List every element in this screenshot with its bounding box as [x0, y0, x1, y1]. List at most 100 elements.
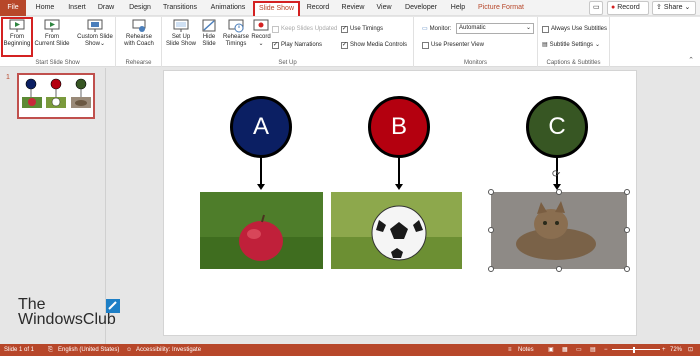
use-timings-checkbox[interactable]: ✓ Use Timings [341, 25, 383, 34]
slide-sorter-icon[interactable]: ▦ [562, 344, 568, 356]
arrow-b-head [395, 184, 403, 190]
resize-handle-ne[interactable] [624, 189, 630, 195]
zoom-level[interactable]: 72% [670, 344, 682, 356]
checkmark-icon: ✓ [341, 42, 348, 49]
chevron-down-icon: ⌄ [684, 4, 691, 11]
slideshow-view-icon[interactable]: ▤ [590, 344, 596, 356]
thumbnail-preview [22, 78, 91, 108]
soccer-ball-image[interactable] [331, 192, 462, 269]
slide-canvas[interactable]: A B C ⟳ [163, 70, 637, 336]
keep-slides-updated-label: Keep Slides Updated [281, 26, 338, 32]
tab-record[interactable]: Record [304, 0, 332, 16]
collapse-ribbon-icon[interactable]: ⌃ [688, 56, 694, 64]
comments-button[interactable]: ▭ [589, 1, 603, 15]
group-captions-subtitles: Always Use Subtitles ▤ Subtitle Settings… [538, 17, 610, 67]
checkbox-box [422, 42, 429, 49]
play-from-current-icon [44, 19, 60, 32]
tab-picture-format[interactable]: Picture Format [476, 0, 526, 16]
resize-handle-w[interactable] [488, 227, 494, 233]
subtitle-settings-label: Subtitle Settings [549, 42, 594, 48]
zoom-slider-thumb[interactable] [633, 347, 635, 353]
tab-draw[interactable]: Draw [95, 0, 117, 16]
spellcheck-icon[interactable]: ⎘ [48, 344, 53, 356]
ribbon: From Beginning From Current Slide Custom… [0, 17, 700, 67]
timer-icon [228, 19, 244, 33]
custom-show-icon [87, 19, 103, 32]
resize-handle-e[interactable] [624, 227, 630, 233]
circle-a[interactable]: A [230, 96, 292, 158]
group-label-rehearse: Rehearse [125, 60, 152, 66]
record-button[interactable]: ● Record [607, 1, 649, 15]
keep-slides-updated-checkbox: Keep Slides Updated [272, 25, 337, 34]
chevron-down-icon: ⌄ [258, 41, 264, 47]
tab-home[interactable]: Home [32, 0, 58, 16]
status-language[interactable]: English (United States) [58, 344, 119, 356]
presenter-view-label: Use Presenter View [431, 42, 484, 48]
circle-b[interactable]: B [368, 96, 430, 158]
hide-slide-button[interactable]: Hide Slide [199, 19, 219, 48]
set-up-slide-show-button[interactable]: Set Up Slide Show [164, 19, 198, 48]
tab-animations[interactable]: Animations [208, 0, 248, 16]
circle-b-label: B [390, 113, 407, 140]
use-presenter-view-checkbox[interactable]: Use Presenter View [422, 41, 484, 50]
tab-view[interactable]: View [373, 0, 395, 16]
group-monitors: ▭ Monitor: Automatic ⌄ Use Presenter Vie… [414, 17, 538, 67]
circle-c-label: C [548, 113, 566, 140]
arrow-a-line [260, 157, 262, 185]
reading-view-icon[interactable]: ▭ [576, 344, 582, 356]
record-slide-show-button[interactable]: Record ⌄ [251, 19, 271, 48]
from-current-slide-button[interactable]: From Current Slide [33, 19, 71, 48]
tab-transitions[interactable]: Transitions [160, 0, 200, 16]
play-narrations-checkbox[interactable]: ✓ Play Narrations [272, 41, 322, 50]
custom-slide-show-button[interactable]: Custom Slide Show⌄ [75, 19, 115, 48]
rehearse-with-coach-button[interactable]: Rehearse with Coach [119, 19, 159, 48]
resize-handle-n[interactable] [556, 189, 562, 195]
monitor-dropdown[interactable]: Automatic ⌄ [456, 23, 534, 34]
rotate-handle-icon[interactable]: ⟳ [552, 169, 560, 180]
slide-thumbnail[interactable] [17, 73, 95, 119]
tab-review[interactable]: Review [339, 0, 367, 16]
zoom-slider[interactable] [612, 349, 660, 350]
rehearse-timings-button[interactable]: Rehearse Timings [221, 19, 251, 48]
resize-handle-nw[interactable] [488, 189, 494, 195]
record-slide-label: Record [251, 34, 271, 40]
from-beginning-highlight [1, 17, 33, 57]
status-accessibility[interactable]: Accessibility: Investigate [136, 344, 201, 356]
tab-help[interactable]: Help [447, 0, 469, 16]
hide-slide-label-1: Hide [202, 34, 216, 40]
tab-developer[interactable]: Developer [402, 0, 440, 16]
resize-handle-se[interactable] [624, 266, 630, 272]
share-button-label: Share [663, 4, 683, 11]
resize-handle-sw[interactable] [488, 266, 494, 272]
comment-icon: ▭ [593, 4, 600, 11]
record-slide-icon [253, 19, 269, 31]
group-label-captions: Captions & Subtitles [546, 60, 601, 66]
apple-image[interactable] [200, 192, 323, 269]
cat-image[interactable] [491, 192, 627, 269]
resize-handle-s[interactable] [556, 266, 562, 272]
tab-design[interactable]: Design [124, 0, 156, 16]
rehearse-coach-label-1: Rehearse [125, 34, 152, 40]
share-button[interactable]: ⇪ Share ⌄ [652, 1, 696, 15]
circle-c[interactable]: C [526, 96, 588, 158]
record-button-label: Record [617, 4, 640, 11]
monitor-label: Monitor: [429, 26, 452, 32]
zoom-out-icon[interactable]: − [604, 344, 608, 356]
tab-slide-show[interactable]: Slide Show [253, 1, 300, 16]
zoom-in-icon[interactable]: + [662, 344, 666, 356]
fit-to-window-icon[interactable]: ⊡ [688, 344, 693, 356]
circle-a-label: A [252, 113, 269, 140]
rehearse-timings-label-2: Timings [225, 41, 247, 47]
tab-file[interactable]: File [0, 0, 26, 16]
normal-view-icon[interactable]: ▣ [548, 344, 554, 356]
custom-show-label-1: Custom Slide [77, 34, 113, 40]
checkmark-icon: ✓ [272, 42, 279, 49]
subtitle-settings-button[interactable]: ▤ Subtitle Settings ⌄ [542, 41, 600, 50]
setup-label-1: Set Up [171, 34, 191, 40]
show-media-controls-checkbox[interactable]: ✓ Show Media Controls [341, 41, 407, 50]
tab-insert[interactable]: Insert [64, 0, 90, 16]
always-use-subtitles-checkbox[interactable]: Always Use Subtitles [542, 25, 607, 34]
monitor-icon: ▭ [422, 26, 428, 32]
status-notes-button[interactable]: Notes [518, 344, 534, 356]
accessibility-icon: ☺ [126, 347, 133, 353]
